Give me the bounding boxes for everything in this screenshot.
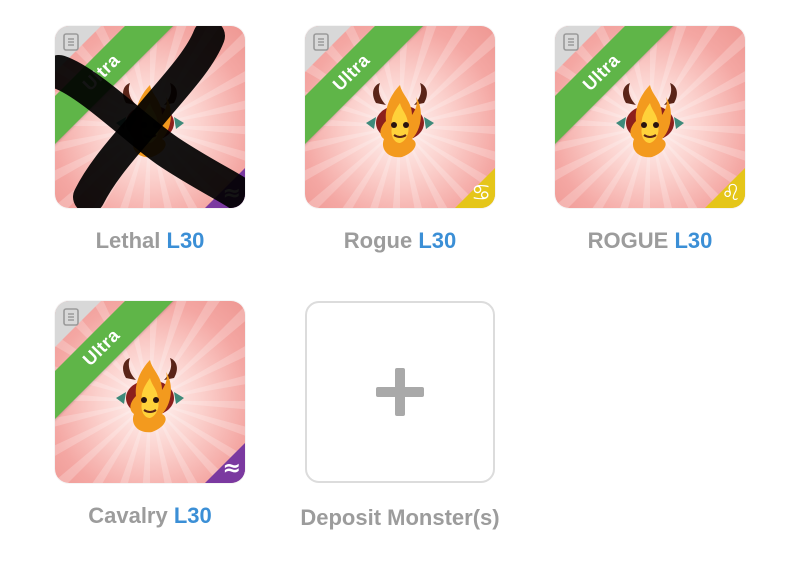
book-icon [313,33,329,51]
monster-name: Rogue [343,228,413,253]
approx-equal-icon: ≈ [205,168,245,208]
monster-label: Lethal L30 [35,228,265,254]
book-icon [63,308,79,326]
deposit-monster-button[interactable] [305,301,495,483]
monster-level: L30 [166,228,205,253]
book-icon [63,33,79,51]
fire-monster-icon [366,83,434,158]
deposit-label: Deposit Monster(s) [300,505,500,530]
fire-monster-icon [116,83,184,158]
fire-monster-icon [616,83,684,158]
monster-level: L30 [173,503,212,528]
monster-name: ROGUE [587,228,669,253]
monster-level: L30 [418,228,457,253]
monster-card-rogue[interactable]: Ultra ♋ [305,26,495,208]
approx-equal-icon: ≈ [205,443,245,483]
leo-zodiac-icon: ♌ [705,168,745,208]
monster-name: Cavalry [88,503,168,528]
monster-level: L30 [674,228,713,253]
book-icon [563,33,579,51]
cancer-zodiac-icon: ♋ [455,168,495,208]
monster-name: Lethal [95,228,161,253]
fire-monster-icon [116,358,184,433]
monster-card-rogue-caps[interactable]: Ultra ♌ [555,26,745,208]
monster-card-lethal[interactable]: Ultra ≈ [55,26,245,208]
monster-label: ROGUE L30 [535,228,765,254]
plus-icon [376,368,424,416]
monster-label: Rogue L30 [285,228,515,254]
monster-label: Cavalry L30 [35,503,265,529]
monster-card-cavalry[interactable]: Ultra ≈ [55,301,245,483]
